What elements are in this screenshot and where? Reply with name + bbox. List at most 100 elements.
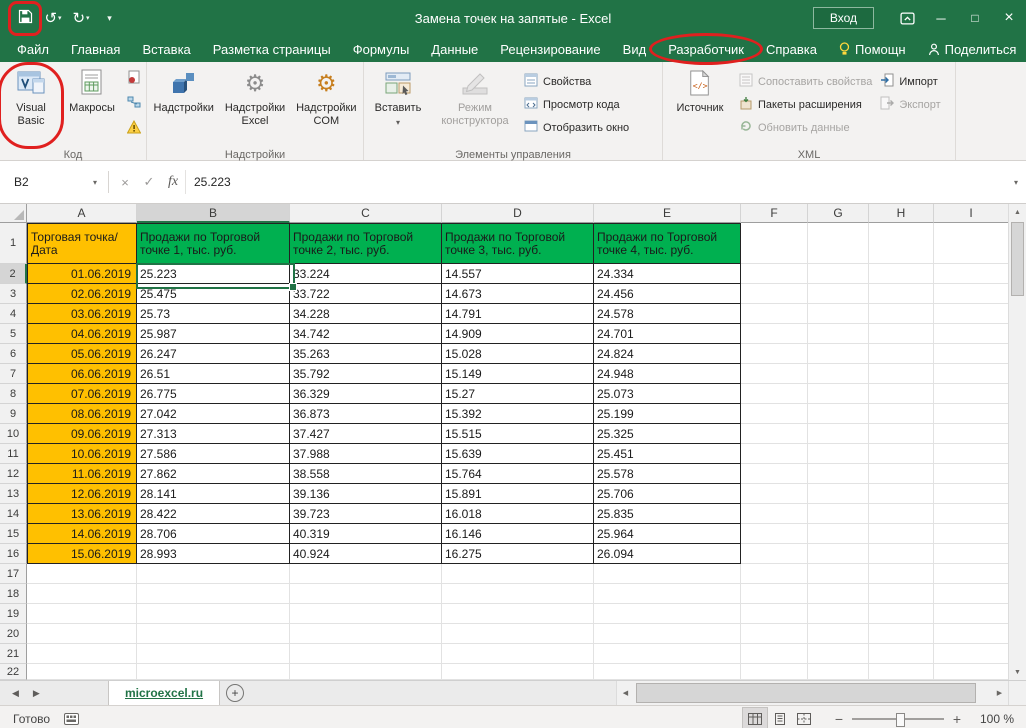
cancel-icon[interactable]: × bbox=[113, 170, 137, 194]
cell-E18[interactable] bbox=[594, 584, 741, 604]
cell-A11[interactable]: 10.06.2019 bbox=[27, 444, 137, 464]
cell-D7[interactable]: 15.149 bbox=[442, 364, 594, 384]
cell-H16[interactable] bbox=[869, 544, 934, 564]
ribbon-display-options-icon[interactable] bbox=[890, 0, 924, 36]
cell-G6[interactable] bbox=[808, 344, 869, 364]
cell-E8[interactable]: 25.073 bbox=[594, 384, 741, 404]
horizontal-scrollbar[interactable]: ◀ ▶ bbox=[616, 681, 1008, 705]
cell-G13[interactable] bbox=[808, 484, 869, 504]
cell-F17[interactable] bbox=[741, 564, 808, 584]
column-header-D[interactable]: D bbox=[442, 204, 594, 223]
row-header-18[interactable]: 18 bbox=[0, 584, 27, 604]
sign-in-button[interactable]: Вход bbox=[813, 7, 874, 29]
cell-C15[interactable]: 40.319 bbox=[290, 524, 442, 544]
cell-C8[interactable]: 36.329 bbox=[290, 384, 442, 404]
horizontal-scroll-thumb[interactable] bbox=[636, 683, 976, 703]
cell-C17[interactable] bbox=[290, 564, 442, 584]
cell-H22[interactable] bbox=[869, 664, 934, 680]
refresh-data-button[interactable]: Обновить данные bbox=[735, 116, 876, 139]
cell-E7[interactable]: 24.948 bbox=[594, 364, 741, 384]
row-header-12[interactable]: 12 bbox=[0, 464, 27, 484]
cell-D14[interactable]: 16.018 bbox=[442, 504, 594, 524]
cell-G14[interactable] bbox=[808, 504, 869, 524]
cell-B12[interactable]: 27.862 bbox=[137, 464, 290, 484]
properties-button[interactable]: Свойства bbox=[520, 70, 633, 93]
tab-developer[interactable]: Разработчик bbox=[657, 36, 755, 62]
row-header-13[interactable]: 13 bbox=[0, 484, 27, 504]
cell-A2[interactable]: 01.06.2019 bbox=[27, 264, 137, 284]
cell-C7[interactable]: 35.792 bbox=[290, 364, 442, 384]
export-button[interactable]: Экспорт bbox=[876, 93, 944, 116]
cell-F12[interactable] bbox=[741, 464, 808, 484]
tab-home[interactable]: Главная bbox=[60, 36, 131, 62]
cell-E9[interactable]: 25.199 bbox=[594, 404, 741, 424]
cell-G11[interactable] bbox=[808, 444, 869, 464]
cell-H6[interactable] bbox=[869, 344, 934, 364]
cell-C6[interactable]: 35.263 bbox=[290, 344, 442, 364]
macros-button[interactable]: Макросы bbox=[60, 63, 124, 148]
cell-H5[interactable] bbox=[869, 324, 934, 344]
row-header-3[interactable]: 3 bbox=[0, 284, 27, 304]
cell-G8[interactable] bbox=[808, 384, 869, 404]
excel-addins-button[interactable]: ⚙ Надстройки Excel bbox=[218, 63, 291, 148]
cell-F6[interactable] bbox=[741, 344, 808, 364]
cell-I12[interactable] bbox=[934, 464, 1009, 484]
row-header-20[interactable]: 20 bbox=[0, 624, 27, 644]
tab-view[interactable]: Вид bbox=[612, 36, 658, 62]
cell-I2[interactable] bbox=[934, 264, 1009, 284]
zoom-level[interactable]: 100 % bbox=[966, 712, 1026, 726]
cell-H19[interactable] bbox=[869, 604, 934, 624]
cell-I9[interactable] bbox=[934, 404, 1009, 424]
row-header-5[interactable]: 5 bbox=[0, 324, 27, 344]
tab-data[interactable]: Данные bbox=[420, 36, 489, 62]
cell-I5[interactable] bbox=[934, 324, 1009, 344]
cell-I20[interactable] bbox=[934, 624, 1009, 644]
vertical-scroll-thumb[interactable] bbox=[1011, 222, 1024, 296]
cell-G1[interactable] bbox=[808, 223, 869, 264]
cell-F16[interactable] bbox=[741, 544, 808, 564]
cell-A16[interactable]: 15.06.2019 bbox=[27, 544, 137, 564]
cell-B3[interactable]: 25.475 bbox=[137, 284, 290, 304]
cell-A10[interactable]: 09.06.2019 bbox=[27, 424, 137, 444]
visual-basic-button[interactable]: Visual Basic bbox=[2, 63, 60, 148]
cell-G5[interactable] bbox=[808, 324, 869, 344]
cell-F9[interactable] bbox=[741, 404, 808, 424]
enter-icon[interactable]: ✓ bbox=[137, 170, 161, 194]
cell-C4[interactable]: 34.228 bbox=[290, 304, 442, 324]
cell-D16[interactable]: 16.275 bbox=[442, 544, 594, 564]
cell-H11[interactable] bbox=[869, 444, 934, 464]
vertical-scroll-track[interactable] bbox=[1009, 220, 1026, 664]
row-header-21[interactable]: 21 bbox=[0, 644, 27, 664]
zoom-slider[interactable] bbox=[852, 711, 944, 727]
cell-D6[interactable]: 15.028 bbox=[442, 344, 594, 364]
column-header-H[interactable]: H bbox=[869, 204, 934, 223]
cell-A19[interactable] bbox=[27, 604, 137, 624]
sheet-nav-left-icon[interactable]: ◀ bbox=[12, 688, 19, 699]
column-header-C[interactable]: C bbox=[290, 204, 442, 223]
cell-B8[interactable]: 26.775 bbox=[137, 384, 290, 404]
cell-G16[interactable] bbox=[808, 544, 869, 564]
cell-H7[interactable] bbox=[869, 364, 934, 384]
cell-B21[interactable] bbox=[137, 644, 290, 664]
cell-G15[interactable] bbox=[808, 524, 869, 544]
cell-I14[interactable] bbox=[934, 504, 1009, 524]
cell-G19[interactable] bbox=[808, 604, 869, 624]
row-header-17[interactable]: 17 bbox=[0, 564, 27, 584]
macro-record-icon[interactable] bbox=[64, 713, 79, 725]
cell-I7[interactable] bbox=[934, 364, 1009, 384]
column-header-I[interactable]: I bbox=[934, 204, 1009, 223]
cell-C21[interactable] bbox=[290, 644, 442, 664]
tab-formulas[interactable]: Формулы bbox=[342, 36, 421, 62]
cell-G2[interactable] bbox=[808, 264, 869, 284]
cell-C22[interactable] bbox=[290, 664, 442, 680]
minimize-button[interactable]: ─ bbox=[924, 0, 958, 36]
row-header-6[interactable]: 6 bbox=[0, 344, 27, 364]
cell-H8[interactable] bbox=[869, 384, 934, 404]
row-header-2[interactable]: 2 bbox=[0, 264, 27, 284]
cell-F5[interactable] bbox=[741, 324, 808, 344]
cell-D3[interactable]: 14.673 bbox=[442, 284, 594, 304]
cell-I22[interactable] bbox=[934, 664, 1009, 680]
row-header-19[interactable]: 19 bbox=[0, 604, 27, 624]
view-normal-button[interactable] bbox=[742, 707, 768, 728]
cell-D10[interactable]: 15.515 bbox=[442, 424, 594, 444]
